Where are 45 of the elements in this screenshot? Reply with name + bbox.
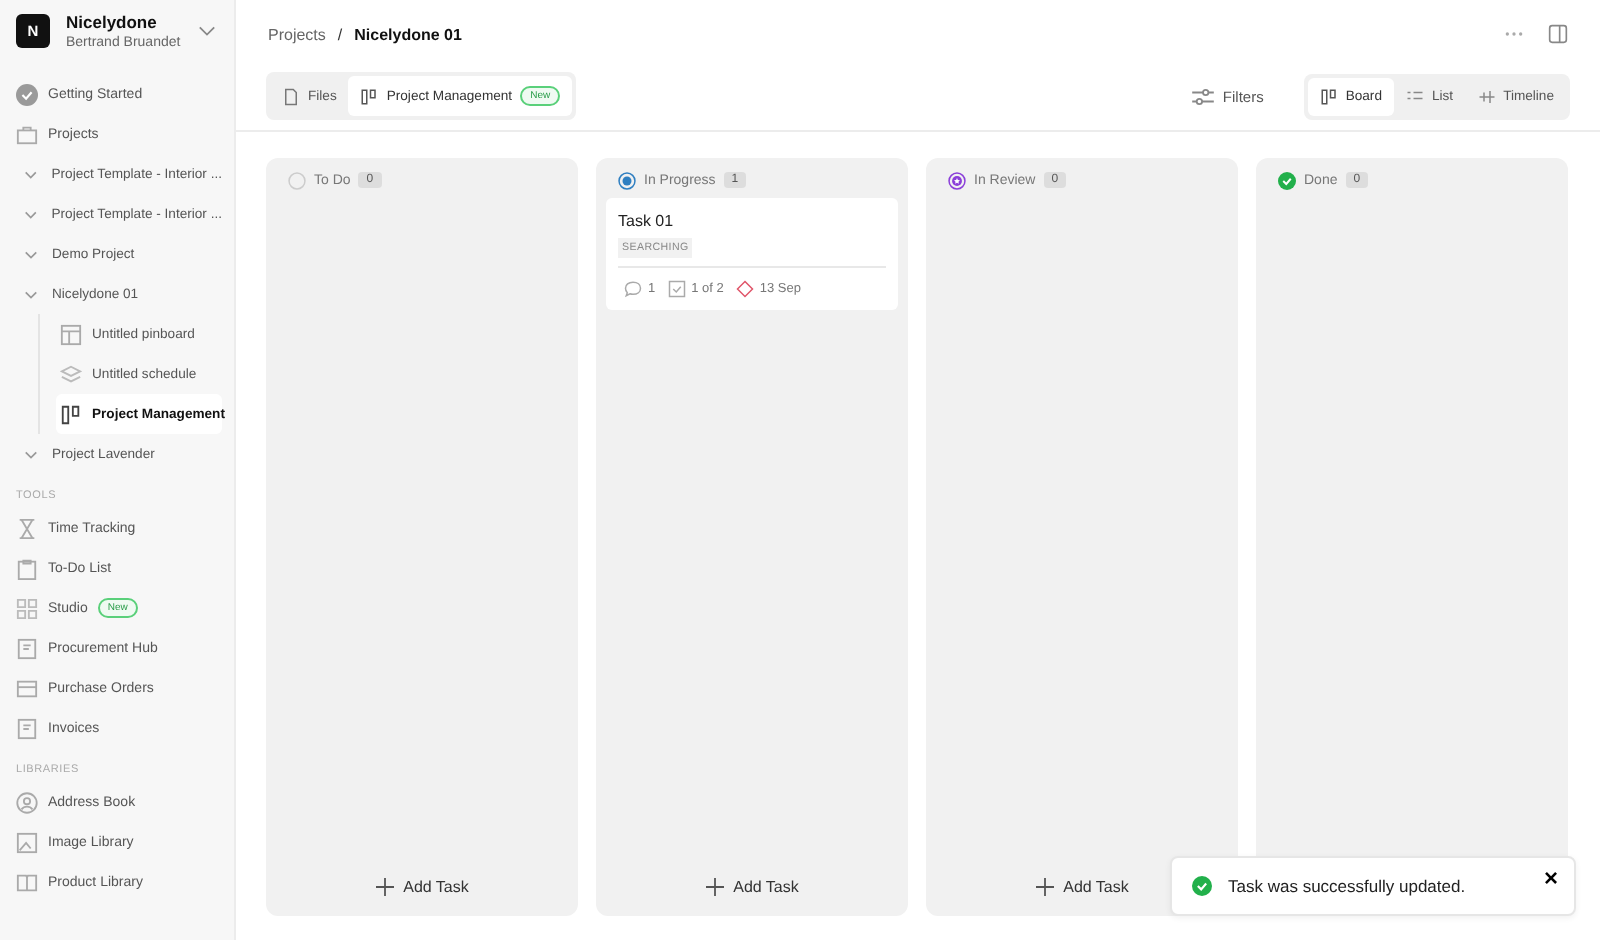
board-icon: [360, 87, 379, 105]
plus-icon: [705, 877, 724, 895]
task-title: Task 01: [618, 212, 674, 230]
plus-icon: [375, 877, 394, 895]
chevron-down-icon[interactable]: [24, 247, 38, 261]
book-icon: [16, 871, 38, 893]
workspace-name: Nicelydone: [66, 12, 159, 32]
add-task-button[interactable]: Add Task: [606, 866, 898, 906]
sliders-icon: [1192, 87, 1215, 105]
chevron-down-icon[interactable]: [24, 167, 38, 181]
chevron-down-icon[interactable]: [24, 207, 38, 221]
panel-icon[interactable]: [1548, 24, 1568, 44]
document-icon: [16, 637, 38, 659]
board-icon: [1319, 87, 1338, 105]
add-task-button[interactable]: Add Task: [936, 866, 1228, 906]
chevron-down-icon[interactable]: [24, 447, 38, 461]
close-button[interactable]: ×: [1543, 864, 1558, 892]
briefcase-icon: [16, 123, 38, 145]
check-circle-icon: [16, 83, 38, 105]
chevron-down-icon[interactable]: [24, 287, 38, 301]
breadcrumb-current: Nicelydone 01: [354, 25, 462, 43]
table-icon: [60, 323, 82, 345]
clipboard-icon: [16, 557, 38, 579]
layers-icon: [60, 363, 82, 385]
list-icon: [1405, 87, 1424, 105]
add-task-button[interactable]: Add Task: [276, 866, 568, 906]
comment-icon: [624, 280, 642, 298]
timeline-icon: [1477, 87, 1496, 105]
breadcrumb-separator: /: [337, 25, 343, 43]
plus-icon: [1035, 877, 1054, 895]
toast-message: Task was successfully updated.: [1228, 876, 1468, 896]
grid-icon: [16, 597, 38, 619]
person-icon: [16, 791, 38, 813]
hourglass-icon: [16, 517, 38, 539]
breadcrumb-link[interactable]: Projects: [268, 25, 326, 43]
image-icon: [16, 831, 38, 853]
more-icon[interactable]: [1504, 30, 1524, 38]
diamond-icon: [735, 280, 754, 298]
card-icon: [16, 677, 38, 699]
chevron-down-icon[interactable]: [198, 22, 216, 40]
document-icon: [16, 717, 38, 739]
checklist-icon: [667, 280, 686, 298]
board-icon: [60, 403, 82, 425]
success-icon: [1192, 876, 1212, 896]
file-icon: [282, 87, 300, 105]
